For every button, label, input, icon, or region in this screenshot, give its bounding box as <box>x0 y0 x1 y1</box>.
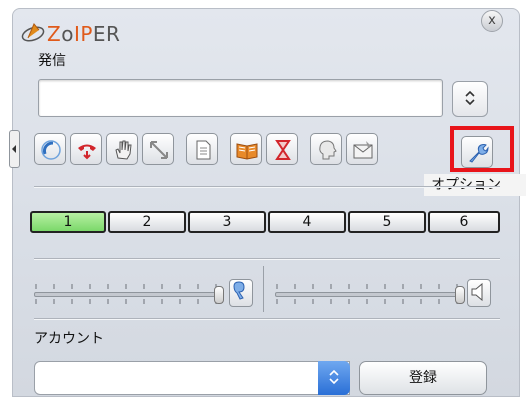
slider-track <box>275 292 463 297</box>
speaker-icon <box>471 282 483 302</box>
hourglass-icon <box>275 140 291 160</box>
hangup-icon <box>78 144 96 160</box>
transfer-arrows-icon <box>150 141 168 159</box>
up-down-arrows-icon <box>329 369 339 385</box>
person-head-icon <box>319 140 337 160</box>
hand-icon <box>115 140 132 160</box>
line-tab-1[interactable]: 1 <box>30 211 106 233</box>
app-logo-text: ZoIPER <box>47 22 121 46</box>
mic-volume-slider[interactable] <box>34 280 224 306</box>
line-tab-6[interactable]: 6 <box>428 211 500 233</box>
transfer-button[interactable] <box>142 133 174 165</box>
account-select-arrow[interactable] <box>318 361 350 395</box>
message-button[interactable] <box>346 133 378 165</box>
line-tab-5[interactable]: 5 <box>348 211 426 233</box>
audio-divider <box>263 266 264 312</box>
options-highlight-box <box>450 126 514 172</box>
dial-input[interactable] <box>38 79 443 117</box>
account-label: アカウント <box>34 331 104 347</box>
envelope-icon <box>353 141 373 159</box>
conference-button[interactable] <box>186 133 218 165</box>
dial-label: 発信 <box>38 53 66 69</box>
slider-knob[interactable] <box>455 286 465 304</box>
slider-knob[interactable] <box>214 286 224 304</box>
account-select[interactable] <box>34 361 350 395</box>
expand-side-tab[interactable] <box>9 130 20 168</box>
phone-call-icon <box>41 140 61 160</box>
document-icon <box>196 140 211 160</box>
microphone-icon <box>233 281 245 300</box>
divider <box>34 318 500 320</box>
zoiper-logo-icon <box>21 23 45 42</box>
address-book-icon <box>236 143 258 160</box>
divider <box>34 186 500 188</box>
up-down-arrows-icon <box>465 90 475 106</box>
line-tabs: 1 2 3 4 5 6 <box>30 211 500 235</box>
register-button[interactable]: 登録 <box>359 361 487 395</box>
close-button[interactable]: x <box>481 10 503 32</box>
line-tab-2[interactable]: 2 <box>108 211 186 233</box>
options-tooltip: オプション <box>424 174 526 196</box>
call-button[interactable] <box>34 133 66 165</box>
contacts-button[interactable] <box>230 133 262 165</box>
hold-button[interactable] <box>106 133 138 165</box>
presence-button[interactable] <box>310 133 342 165</box>
dial-history-stepper[interactable] <box>452 81 488 117</box>
speaker-volume-slider[interactable] <box>275 280 465 306</box>
speaker-button[interactable] <box>467 279 491 307</box>
hangup-button[interactable] <box>70 133 102 165</box>
slider-track <box>34 292 222 297</box>
line-tab-3[interactable]: 3 <box>188 211 266 233</box>
divider <box>34 258 500 260</box>
line-tab-4[interactable]: 4 <box>268 211 346 233</box>
history-button[interactable] <box>266 133 298 165</box>
microphone-button[interactable] <box>229 279 253 307</box>
